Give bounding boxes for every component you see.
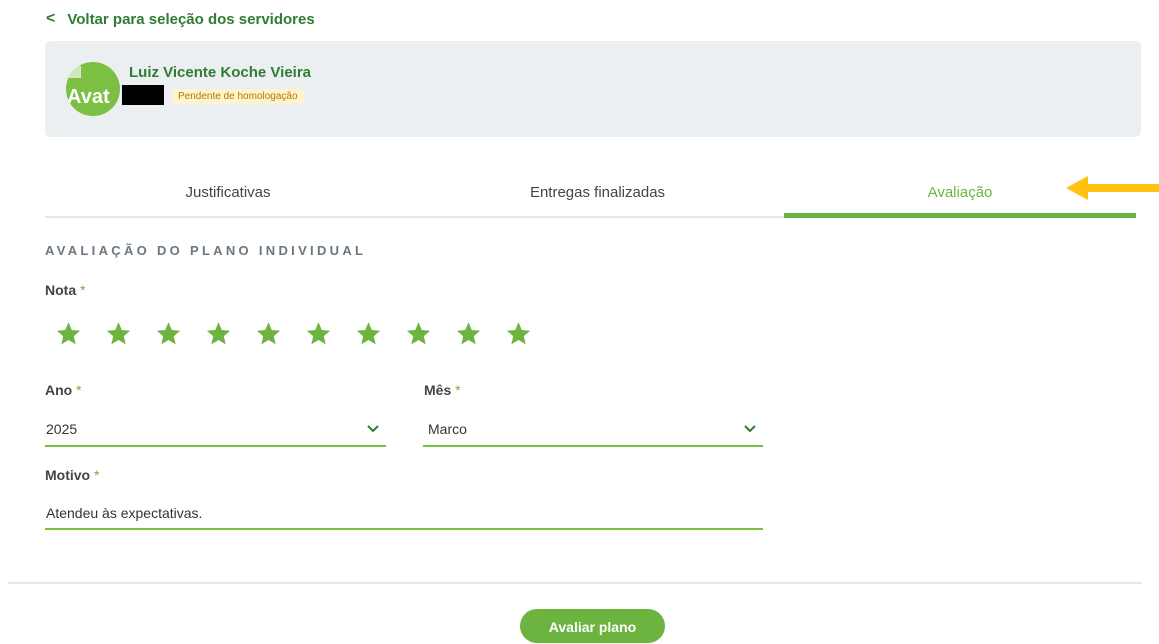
star-icon[interactable] <box>305 320 332 347</box>
ano-value: 2025 <box>46 421 78 437</box>
mes-select[interactable]: Marco <box>423 415 763 447</box>
tab-justificativas[interactable]: Justificativas <box>45 170 411 216</box>
chevron-down-icon <box>367 425 379 433</box>
broken-image-icon <box>69 66 81 78</box>
star-icon[interactable] <box>355 320 382 347</box>
star-icon[interactable] <box>105 320 132 347</box>
tab-entregas-finalizadas[interactable]: Entregas finalizadas <box>411 170 784 216</box>
star-icon[interactable] <box>55 320 82 347</box>
star-rating[interactable] <box>55 320 532 347</box>
footer-divider <box>8 582 1142 584</box>
tab-bar: Justificativas Entregas finalizadas Aval… <box>45 170 1136 218</box>
avaliar-plano-button[interactable]: Avaliar plano <box>520 609 665 643</box>
back-link[interactable]: < Voltar para seleção dos servidores <box>46 10 315 28</box>
section-title: AVALIAÇÃO DO PLANO INDIVIDUAL <box>45 243 367 258</box>
back-link-label: Voltar para seleção dos servidores <box>67 10 315 28</box>
star-icon[interactable] <box>455 320 482 347</box>
nota-label: Nota * <box>45 282 86 298</box>
avatar-alt-text: Avat <box>67 86 110 108</box>
chevron-left-icon: < <box>46 10 56 27</box>
star-icon[interactable] <box>505 320 532 347</box>
yellow-arrow-icon <box>1066 176 1159 200</box>
motivo-value: Atendeu às expectativas. <box>46 505 203 521</box>
mes-value: Marco <box>428 421 467 437</box>
chevron-down-icon <box>744 425 756 433</box>
user-name: Luiz Vicente Koche Vieira <box>129 64 312 81</box>
star-icon[interactable] <box>255 320 282 347</box>
avatar: Avat <box>66 62 120 116</box>
star-icon[interactable] <box>205 320 232 347</box>
user-card: Avat Luiz Vicente Koche Vieira Pendente … <box>45 41 1141 137</box>
ano-label: Ano * <box>45 382 82 398</box>
redacted-block <box>122 85 164 105</box>
motivo-input[interactable]: Atendeu às expectativas. <box>45 500 763 530</box>
mes-label: Mês * <box>424 382 461 398</box>
star-icon[interactable] <box>155 320 182 347</box>
motivo-label: Motivo * <box>45 467 100 483</box>
ano-select[interactable]: 2025 <box>45 415 386 447</box>
status-badge: Pendente de homologação <box>172 89 304 104</box>
star-icon[interactable] <box>405 320 432 347</box>
